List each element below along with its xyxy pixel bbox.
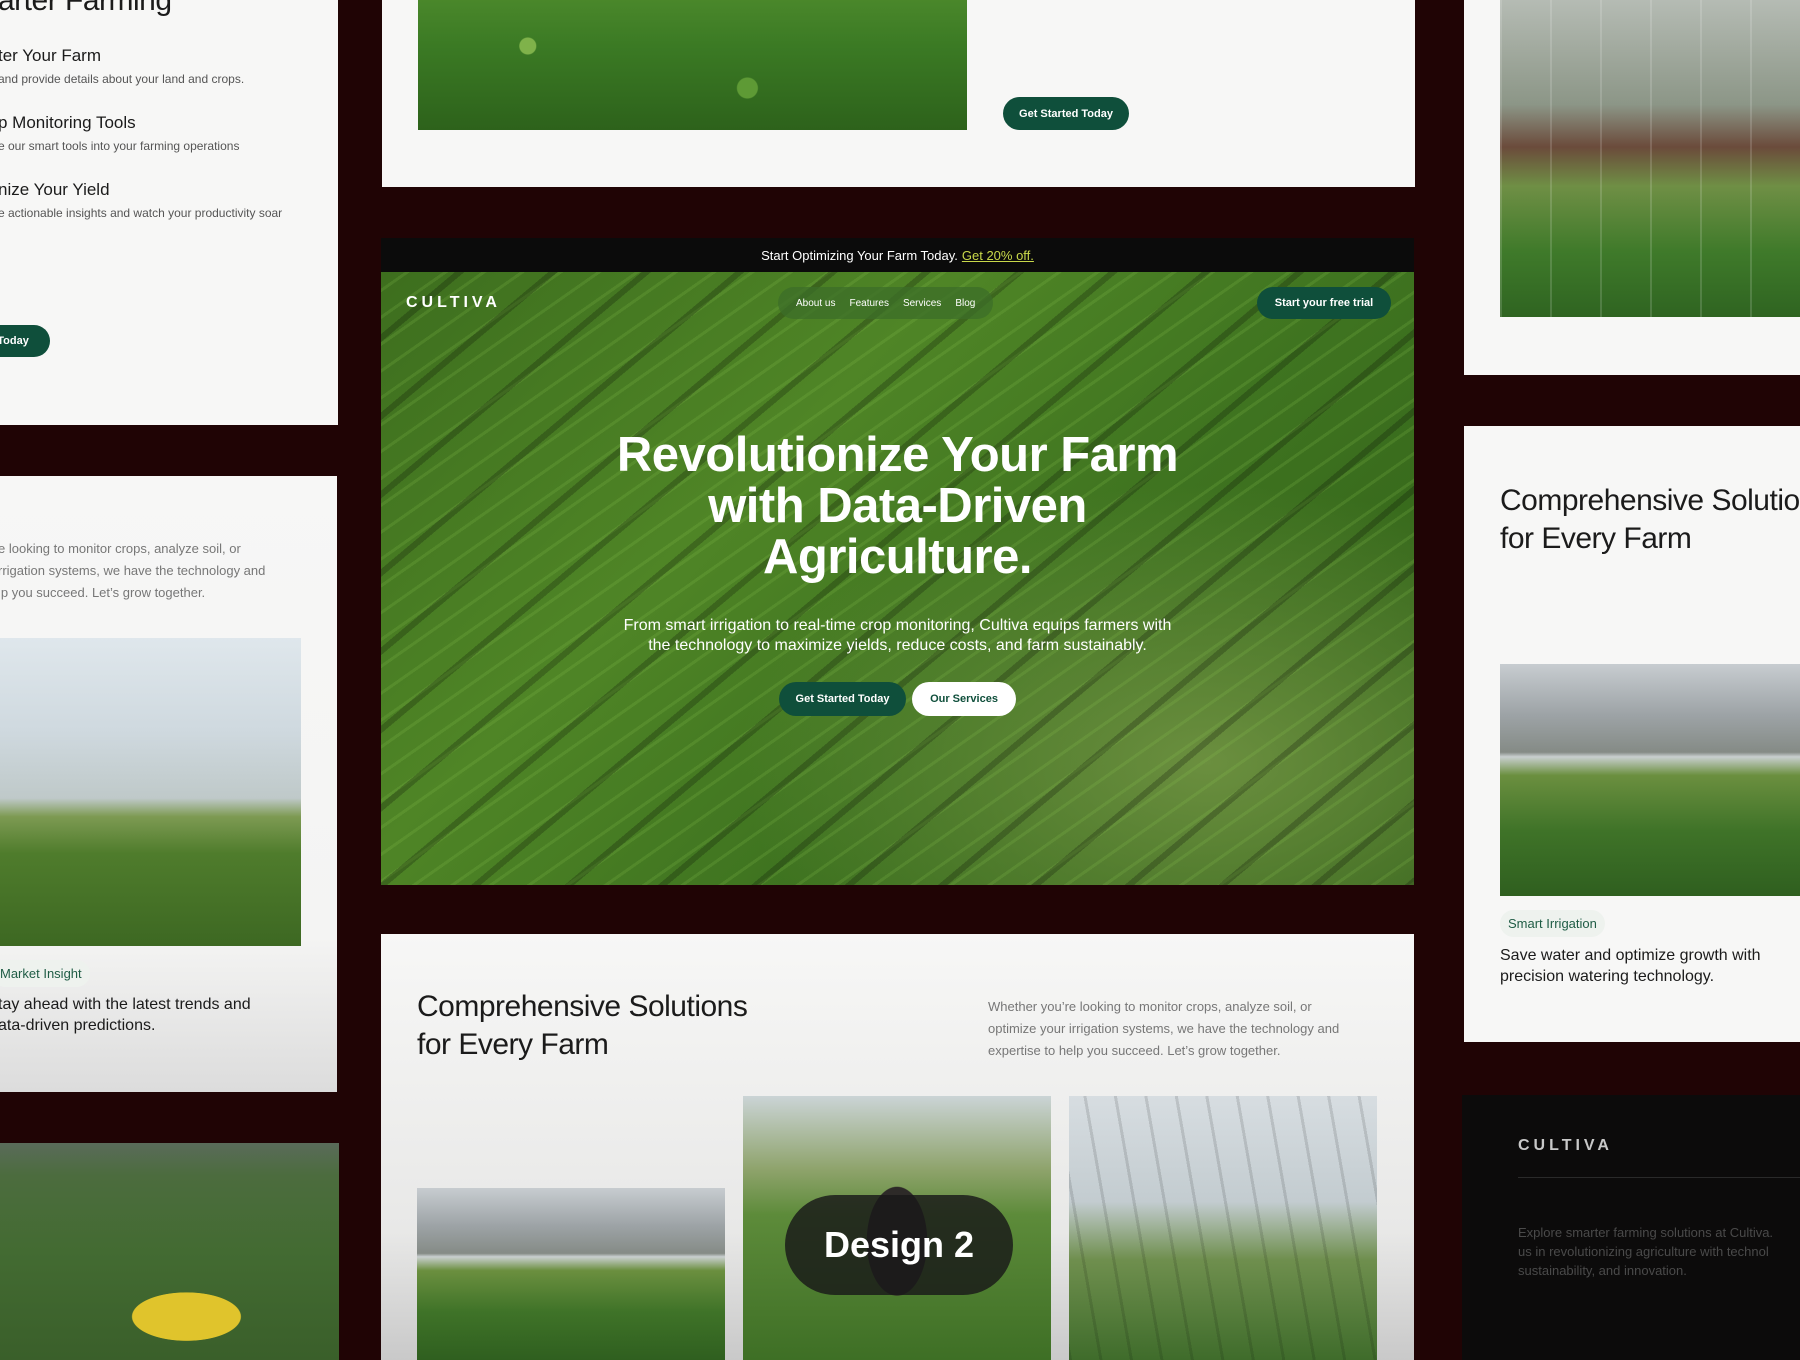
card-description-line: ata-driven predictions. (0, 1017, 156, 1034)
get-started-button[interactable]: l Today (0, 325, 50, 357)
left-solutions-panel: e looking to monitor crops, analyze soil… (0, 476, 337, 1092)
step-title: p Monitoring Tools (0, 113, 136, 132)
intro-paragraph-line: rrigation systems, we have the technolog… (0, 563, 266, 578)
get-started-button[interactable]: Get Started Today (1003, 97, 1129, 130)
footer-paragraph-line: us in revolutionizing agriculture with t… (1518, 1244, 1769, 1259)
hero-subtitle-line: From smart irrigation to real-time crop … (623, 617, 1172, 634)
step-description: e actionable insights and watch your pro… (0, 206, 283, 220)
hero-title-line: with Data-Driven (708, 479, 1087, 533)
footer-paragraph-line: sustainability, and innovation. (1518, 1263, 1687, 1278)
footer-logo[interactable]: CULTIVA (1518, 1137, 1613, 1155)
center-top-panel: Get Started Today (382, 0, 1415, 187)
get-started-button[interactable]: Get Started Today (779, 682, 906, 716)
hero-title-line: Revolutionize Your Farm (616, 428, 1179, 482)
footer-paragraph-line: Explore smarter farming solutions at Cul… (1518, 1225, 1774, 1240)
irrigation-pivot-image (417, 1188, 725, 1360)
our-services-button[interactable]: Our Services (912, 682, 1016, 716)
hero-subtitle: From smart irrigation to real-time crop … (381, 616, 1414, 656)
nav-features[interactable]: Features (849, 298, 888, 309)
card-description-line: Save water and optimize growth with (1500, 947, 1761, 964)
vineyard-image (0, 638, 301, 946)
seedlings-image (418, 0, 967, 130)
promo-banner: Start Optimizing Your Farm Today. Get 20… (381, 238, 1414, 272)
tractor-field-image (0, 1143, 339, 1360)
crop-rows-image (1069, 1096, 1377, 1360)
section-title-line: for Every Farm (417, 1028, 609, 1061)
section-paragraph: Whether you’re looking to monitor crops,… (988, 996, 1339, 1062)
site-logo[interactable]: CULTIVA (406, 294, 501, 312)
step-description: e our smart tools into your farming oper… (0, 139, 240, 153)
section-title-line: Comprehensive Solutions (417, 990, 748, 1023)
design-overlay-badge: Design 2 (785, 1195, 1013, 1295)
nav-blog[interactable]: Blog (955, 298, 975, 309)
center-solutions-panel: Comprehensive Solutions for Every Farm W… (381, 934, 1414, 1360)
category-tag: Market Insight (0, 960, 90, 987)
section-title: Comprehensive Solutio for Every Farm (1500, 482, 1800, 558)
hero-subtitle-line: the technology to maximize yields, reduc… (648, 637, 1147, 654)
promo-banner-link[interactable]: Get 20% off. (962, 248, 1034, 263)
hero-title-line: Agriculture. (763, 530, 1032, 584)
section-heading: arter Farming (0, 0, 172, 17)
section-title-line: for Every Farm (1500, 522, 1692, 555)
section-paragraph-line: expertise to help you succeed. Let’s gro… (988, 1043, 1281, 1058)
section-paragraph-line: optimize your irrigation systems, we hav… (988, 1021, 1340, 1036)
intro-paragraph-line: lp you succeed. Let’s grow together. (0, 585, 206, 600)
step-title: nize Your Yield (0, 180, 110, 199)
step-title: ter Your Farm (0, 46, 101, 65)
right-top-panel (1464, 0, 1800, 375)
promo-banner-text: Start Optimizing Your Farm Today. (761, 247, 958, 263)
section-title: Comprehensive Solutions for Every Farm (417, 988, 748, 1064)
footer-panel: CULTIVA Explore smarter farming solution… (1462, 1095, 1800, 1360)
step-description: and provide details about your land and … (0, 72, 245, 86)
footer-divider (1518, 1177, 1800, 1178)
main-nav: About us Features Services Blog (778, 287, 994, 319)
greenhouse-image (1500, 0, 1800, 317)
intro-paragraph-line: e looking to monitor crops, analyze soil… (0, 541, 241, 556)
nav-services[interactable]: Services (903, 298, 941, 309)
card-description-line: tay ahead with the latest trends and (0, 996, 251, 1013)
section-title-line: Comprehensive Solutio (1500, 484, 1800, 517)
footer-paragraph: Explore smarter farming solutions at Cul… (1518, 1223, 1773, 1280)
hero-title: Revolutionize Your Farm with Data-Driven… (381, 430, 1414, 583)
right-solutions-panel: Comprehensive Solutio for Every Farm Sma… (1464, 426, 1800, 1042)
card-description-line: precision watering technology. (1500, 968, 1715, 985)
nav-about-us[interactable]: About us (796, 298, 835, 309)
section-paragraph-line: Whether you’re looking to monitor crops,… (988, 999, 1312, 1014)
irrigation-pivot-image (1500, 664, 1800, 896)
category-tag: Smart Irrigation (1500, 910, 1605, 937)
left-steps-panel: arter Farming ter Your Farm and provide … (0, 0, 338, 425)
free-trial-button[interactable]: Start your free trial (1257, 287, 1391, 319)
hero-screenshot: Start Optimizing Your Farm Today. Get 20… (381, 238, 1414, 885)
